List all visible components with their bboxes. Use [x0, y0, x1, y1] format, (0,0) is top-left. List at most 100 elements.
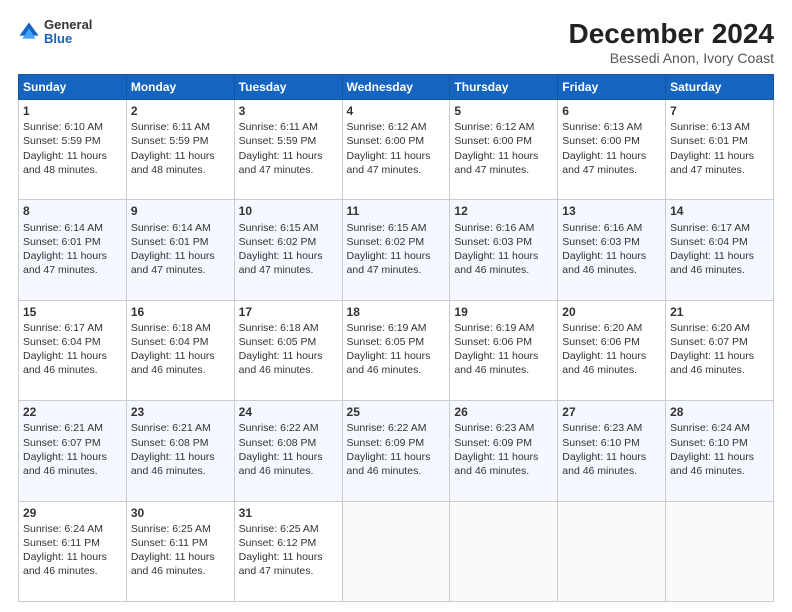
sunset: Sunset: 6:10 PM	[670, 437, 748, 449]
calendar-cell: 8Sunrise: 6:14 AMSunset: 6:01 PMDaylight…	[19, 200, 127, 300]
sunrise: Sunrise: 6:13 AM	[562, 121, 642, 133]
calendar-cell: 24Sunrise: 6:22 AMSunset: 6:08 PMDayligh…	[234, 401, 342, 501]
day-number: 29	[23, 505, 122, 521]
daylight: Daylight: 11 hours and 46 minutes.	[239, 451, 323, 477]
sunrise: Sunrise: 6:17 AM	[670, 222, 750, 234]
daylight: Daylight: 11 hours and 46 minutes.	[23, 551, 107, 577]
sunrise: Sunrise: 6:19 AM	[454, 322, 534, 334]
day-number: 12	[454, 203, 553, 219]
calendar-cell: 26Sunrise: 6:23 AMSunset: 6:09 PMDayligh…	[450, 401, 558, 501]
sunset: Sunset: 6:03 PM	[562, 236, 640, 248]
day-number: 7	[670, 103, 769, 119]
calendar-header: Sunday Monday Tuesday Wednesday Thursday…	[19, 75, 774, 100]
calendar-cell	[342, 501, 450, 601]
calendar-cell: 31Sunrise: 6:25 AMSunset: 6:12 PMDayligh…	[234, 501, 342, 601]
day-number: 23	[131, 404, 230, 420]
sunset: Sunset: 6:07 PM	[670, 336, 748, 348]
day-number: 10	[239, 203, 338, 219]
daylight: Daylight: 11 hours and 47 minutes.	[131, 250, 215, 276]
sunset: Sunset: 6:05 PM	[239, 336, 317, 348]
calendar-cell	[558, 501, 666, 601]
daylight: Daylight: 11 hours and 47 minutes.	[562, 150, 646, 176]
sunset: Sunset: 6:12 PM	[239, 537, 317, 549]
daylight: Daylight: 11 hours and 47 minutes.	[670, 150, 754, 176]
sunrise: Sunrise: 6:15 AM	[239, 222, 319, 234]
sunrise: Sunrise: 6:22 AM	[239, 422, 319, 434]
sunset: Sunset: 6:03 PM	[454, 236, 532, 248]
sunset: Sunset: 6:06 PM	[562, 336, 640, 348]
logo-icon	[18, 21, 40, 43]
calendar-cell: 10 Sunrise: 6:15 AM Sunset: 6:02 PM Dayligh…	[234, 200, 342, 300]
sunrise: Sunrise: 6:12 AM	[454, 121, 534, 133]
sunset: Sunset: 6:02 PM	[239, 236, 317, 248]
calendar-cell: 18Sunrise: 6:19 AMSunset: 6:05 PMDayligh…	[342, 300, 450, 400]
sunrise: Sunrise: 6:11 AM	[239, 121, 318, 133]
daylight: Daylight: 11 hours and 48 minutes.	[131, 150, 215, 176]
daylight: Daylight: 11 hours and 46 minutes.	[454, 451, 538, 477]
calendar-cell: 6Sunrise: 6:13 AMSunset: 6:00 PMDaylight…	[558, 100, 666, 200]
header-row: Sunday Monday Tuesday Wednesday Thursday…	[19, 75, 774, 100]
day-number: 18	[347, 304, 446, 320]
sunrise: Sunrise: 6:21 AM	[23, 422, 103, 434]
sunset: Sunset: 6:00 PM	[347, 135, 425, 147]
calendar-cell: 2Sunrise: 6:11 AMSunset: 5:59 PMDaylight…	[126, 100, 234, 200]
calendar-cell: 27Sunrise: 6:23 AMSunset: 6:10 PMDayligh…	[558, 401, 666, 501]
daylight: Daylight: 11 hours and 46 minutes.	[347, 350, 431, 376]
daylight: Daylight: 11 hours and 46 minutes.	[670, 250, 754, 276]
day-number: 2	[131, 103, 230, 119]
calendar-cell: 13Sunrise: 6:16 AMSunset: 6:03 PMDayligh…	[558, 200, 666, 300]
sunrise: Sunrise: 6:15 AM	[347, 222, 427, 234]
calendar-subtitle: Bessedi Anon, Ivory Coast	[569, 50, 774, 66]
day-number: 13	[562, 203, 661, 219]
daylight: Daylight: 11 hours and 47 minutes.	[239, 250, 323, 276]
day-number: 16	[131, 304, 230, 320]
daylight: Daylight: 11 hours and 47 minutes.	[23, 250, 107, 276]
sunrise: Sunrise: 6:20 AM	[562, 322, 642, 334]
header: General Blue December 2024 Bessedi Anon,…	[18, 18, 774, 66]
day-number: 3	[239, 103, 338, 119]
sunrise: Sunrise: 6:18 AM	[131, 322, 211, 334]
calendar-cell: 20Sunrise: 6:20 AMSunset: 6:06 PMDayligh…	[558, 300, 666, 400]
sunrise: Sunrise: 6:12 AM	[347, 121, 427, 133]
sunset: Sunset: 5:59 PM	[131, 135, 209, 147]
daylight: Daylight: 11 hours and 47 minutes.	[239, 551, 323, 577]
daylight: Daylight: 11 hours and 46 minutes.	[670, 350, 754, 376]
day-number: 1	[23, 103, 122, 119]
sunset: Sunset: 5:59 PM	[239, 135, 317, 147]
daylight: Daylight: 11 hours and 47 minutes.	[454, 150, 538, 176]
calendar-cell: 12Sunrise: 6:16 AMSunset: 6:03 PMDayligh…	[450, 200, 558, 300]
sunrise: Sunrise: 6:20 AM	[670, 322, 750, 334]
col-thursday: Thursday	[450, 75, 558, 100]
sunrise: Sunrise: 6:22 AM	[347, 422, 427, 434]
sunset: Sunset: 6:02 PM	[347, 236, 425, 248]
sunrise: Sunrise: 6:23 AM	[454, 422, 534, 434]
day-number: 24	[239, 404, 338, 420]
sunrise: Sunrise: 6:17 AM	[23, 322, 103, 334]
calendar-cell: 22Sunrise: 6:21 AMSunset: 6:07 PMDayligh…	[19, 401, 127, 501]
sunrise: Sunrise: 6:23 AM	[562, 422, 642, 434]
calendar-cell: 29Sunrise: 6:24 AMSunset: 6:11 PMDayligh…	[19, 501, 127, 601]
sunset: Sunset: 6:06 PM	[454, 336, 532, 348]
sunrise: Sunrise: 6:25 AM	[131, 523, 211, 535]
logo-blue: Blue	[44, 32, 92, 46]
day-number: 30	[131, 505, 230, 521]
sunset: Sunset: 6:04 PM	[23, 336, 101, 348]
col-wednesday: Wednesday	[342, 75, 450, 100]
daylight: Daylight: 11 hours and 47 minutes.	[347, 250, 431, 276]
sunset: Sunset: 6:10 PM	[562, 437, 640, 449]
day-number: 31	[239, 505, 338, 521]
col-friday: Friday	[558, 75, 666, 100]
daylight: Daylight: 11 hours and 46 minutes.	[239, 350, 323, 376]
calendar-cell: 25Sunrise: 6:22 AMSunset: 6:09 PMDayligh…	[342, 401, 450, 501]
sunset: Sunset: 6:11 PM	[23, 537, 100, 549]
day-number: 25	[347, 404, 446, 420]
calendar-cell: 15Sunrise: 6:17 AMSunset: 6:04 PMDayligh…	[19, 300, 127, 400]
title-block: December 2024 Bessedi Anon, Ivory Coast	[569, 18, 774, 66]
day-number: 8	[23, 203, 122, 219]
logo-general: General	[44, 18, 92, 32]
day-number: 11	[347, 203, 446, 219]
calendar-cell: 11 Sunrise: 6:15 AM Sunset: 6:02 PM Dayligh…	[342, 200, 450, 300]
sunrise: Sunrise: 6:18 AM	[239, 322, 319, 334]
sunset: Sunset: 6:09 PM	[347, 437, 425, 449]
day-number: 26	[454, 404, 553, 420]
